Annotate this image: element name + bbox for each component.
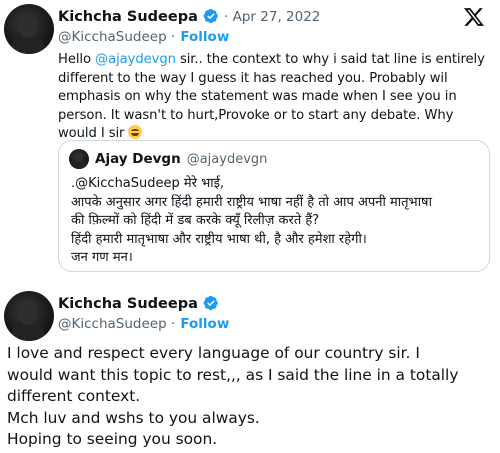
tweet-date[interactable]: · Apr 27, 2022	[224, 9, 320, 25]
quote-line: जन गण मन।	[71, 250, 133, 265]
tweet1-header: Kichcha Sudeepa · Apr 27, 2022	[58, 6, 320, 25]
follow-button[interactable]: Follow	[180, 316, 229, 332]
tweet2-header: Kichcha Sudeepa	[58, 293, 219, 312]
quoted-author-name[interactable]: Ajay Devgn	[95, 151, 181, 167]
quoted-avatar[interactable]	[69, 149, 89, 169]
tweet-line: I love and respect every language of our…	[7, 344, 420, 362]
quoted-tweet-text: .@KicchaSudeep मेरे भाई, आपके अनुसार अगर…	[71, 175, 483, 268]
tweet-line: Hoping to seeing you soon.	[7, 430, 218, 448]
tweet1-handle-row: @KicchaSudeep · Follow	[58, 26, 229, 45]
tweet2-text: I love and respect every language of our…	[7, 343, 493, 451]
quote-line: की फ़िल्मों को हिंदी में डब करके क्यूँ र…	[71, 213, 320, 228]
quote-line: .@KicchaSudeep मेरे भाई,	[71, 176, 225, 191]
mention-link[interactable]: @ajaydevgn	[95, 52, 176, 67]
tweet-text-prefix: Hello	[58, 52, 96, 67]
avatar[interactable]	[4, 4, 54, 54]
tweet2-handle-row: @KicchaSudeep · Follow	[58, 313, 229, 332]
quote-line: हिंदी हमारी मातृभाषा और राष्ट्रीय भाषा थ…	[71, 231, 367, 247]
verified-badge-icon	[203, 295, 218, 311]
quoted-tweet-header: Ajay Devgn @ajaydevgn	[69, 149, 267, 169]
tweet-line: would want this topic to rest,,, as I sa…	[7, 365, 459, 384]
tweet-line: different context.	[7, 387, 141, 405]
author-handle[interactable]: @KicchaSudeep ·	[58, 29, 175, 45]
tweet1-text: Hello @ajaydevgn sir.. the context to wh…	[58, 51, 494, 144]
avatar[interactable]	[4, 291, 54, 341]
verified-badge-icon	[203, 8, 218, 24]
quote-line: आपके अनुसार अगर हिंदी हमारी राष्ट्रीय भा…	[71, 194, 432, 210]
author-name[interactable]: Kichcha Sudeepa	[58, 296, 198, 312]
x-logo-icon[interactable]	[463, 6, 485, 28]
author-handle[interactable]: @KicchaSudeep ·	[58, 316, 175, 332]
author-name[interactable]: Kichcha Sudeepa	[58, 9, 198, 25]
grinning-face-emoji-icon	[128, 125, 143, 139]
quoted-author-handle[interactable]: @ajaydevgn	[187, 152, 268, 167]
quoted-tweet-card[interactable]: Ajay Devgn @ajaydevgn .@KicchaSudeep मेर…	[58, 140, 490, 272]
tweet-line: Mch luv and wshs to you always.	[7, 408, 260, 427]
follow-button[interactable]: Follow	[180, 29, 229, 45]
